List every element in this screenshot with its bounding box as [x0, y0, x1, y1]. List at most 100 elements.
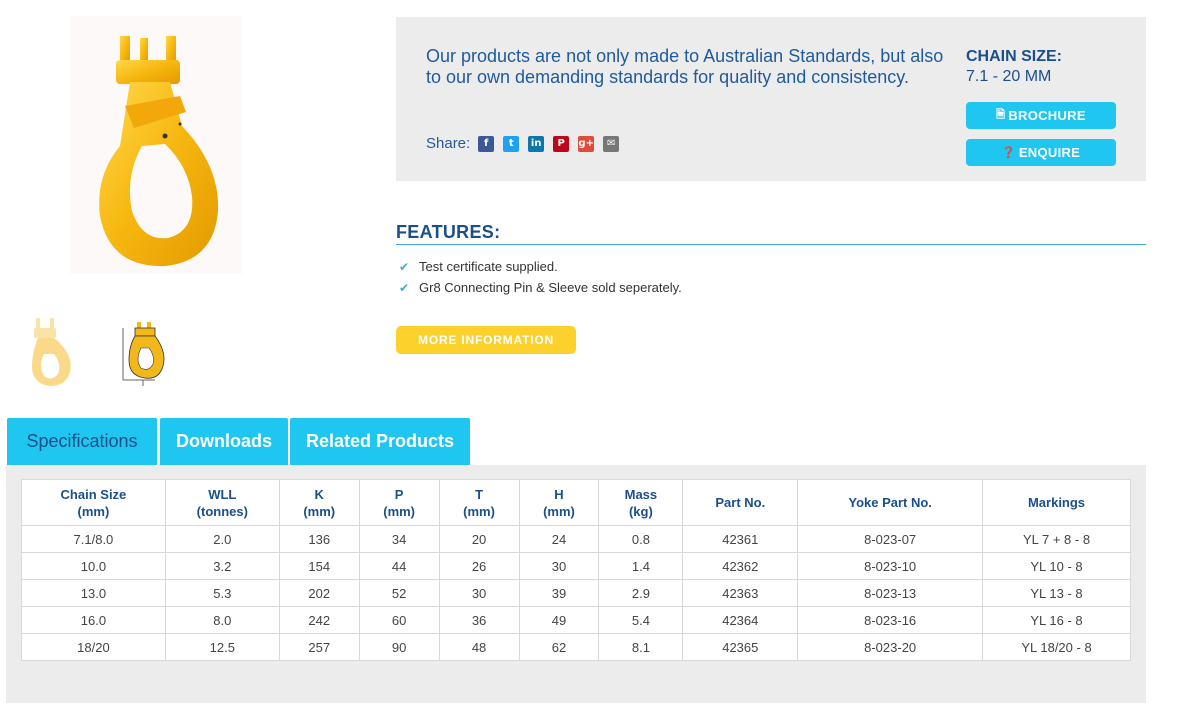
column-header: Chain Size (mm) — [21, 479, 166, 526]
check-icon: ✔ — [399, 259, 410, 274]
pdf-file-icon: 🗎 — [996, 109, 1006, 121]
column-header: Markings — [982, 479, 1131, 526]
table-cell: 8-023-20 — [797, 633, 984, 661]
feature-text: Gr8 Connecting Pin & Sleeve sold seperat… — [419, 280, 682, 295]
table-cell: 52 — [358, 579, 440, 607]
check-icon: ✔ — [399, 280, 410, 295]
facebook-icon[interactable]: f — [478, 135, 495, 152]
question-circle-icon: ❓ — [1001, 147, 1016, 159]
table-cell: 42363 — [682, 579, 799, 607]
table-row: 18/20 12.5 257 90 48 62 8.1 42365 8-023-20 YL 18/… — [21, 633, 1131, 661]
table-cell: 18/20 — [21, 633, 166, 661]
hook-illustration — [70, 16, 242, 274]
table-cell: 10.0 — [21, 552, 166, 580]
column-header: T (mm) — [438, 479, 520, 526]
table-cell: 3.2 — [164, 552, 280, 580]
table-cell: 42364 — [682, 606, 799, 634]
column-header: WLL (tonnes) — [164, 479, 280, 526]
table-cell: 13.0 — [21, 579, 166, 607]
table-cell: 257 — [278, 633, 360, 661]
table-cell: 12.5 — [164, 633, 280, 661]
table-cell: YL 16 - 8 — [982, 606, 1131, 634]
table-cell: 5.3 — [164, 579, 280, 607]
specifications-table: Chain Size (mm) WLL (tonnes) K (mm) P (mm) T… — [21, 479, 1131, 661]
table-cell: 90 — [358, 633, 440, 661]
features-title: FEATURES: — [396, 222, 1146, 245]
table-cell: 8-023-13 — [797, 579, 984, 607]
table-cell: 8-023-16 — [797, 606, 984, 634]
table-cell: 5.4 — [598, 606, 684, 634]
table-cell: 34 — [358, 525, 440, 553]
table-cell: 7.1/8.0 — [21, 525, 166, 553]
enquire-button-label: ENQUIRE — [1018, 145, 1081, 160]
brochure-button-label: BROCHURE — [1008, 108, 1086, 123]
tab-related-products[interactable]: Related Products — [290, 418, 470, 465]
table-cell: YL 7 + 8 - 8 — [982, 525, 1131, 553]
googleplus-icon[interactable]: g+ — [578, 135, 595, 152]
table-cell: YL 13 - 8 — [982, 579, 1131, 607]
table-cell: 136 — [278, 525, 360, 553]
email-icon[interactable]: ✉ — [603, 135, 620, 152]
specifications-panel: Chain Size (mm) WLL (tonnes) K (mm) P (mm) T… — [6, 465, 1146, 703]
thumbnail-diagram[interactable] — [115, 314, 175, 388]
table-cell: 60 — [358, 606, 440, 634]
table-cell: 62 — [518, 633, 600, 661]
table-cell: 1.4 — [598, 552, 684, 580]
tab-downloads[interactable]: Downloads — [160, 418, 288, 465]
column-header: K (mm) — [278, 479, 360, 526]
table-row: 16.0 8.0 242 60 36 49 5.4 42364 8-023-16 YL 16 - … — [21, 606, 1131, 634]
table-cell: YL 10 - 8 — [982, 552, 1131, 580]
table-cell: 2.9 — [598, 579, 684, 607]
column-header: H (mm) — [518, 479, 600, 526]
product-image[interactable] — [70, 16, 242, 274]
table-body: 7.1/8.0 2.0 136 34 20 24 0.8 42361 8-023-07 YL 7 … — [21, 525, 1131, 661]
column-header: P (mm) — [358, 479, 440, 526]
more-information-button[interactable]: MORE INFORMATION — [396, 326, 576, 354]
table-row: 7.1/8.0 2.0 136 34 20 24 0.8 42361 8-023-07 YL 7 … — [21, 525, 1131, 553]
features-list: ✔ Test certificate supplied. ✔ Gr8 Conne… — [396, 256, 1146, 298]
table-cell: 39 — [518, 579, 600, 607]
features-section: FEATURES: ✔ Test certificate supplied. ✔… — [396, 222, 1146, 298]
table-cell: 42361 — [682, 525, 799, 553]
table-cell: 16.0 — [21, 606, 166, 634]
product-description: Our products are not only made to Austra… — [426, 46, 944, 87]
table-header-row: Chain Size (mm) WLL (tonnes) K (mm) P (mm) T… — [21, 479, 1131, 526]
product-page: Our products are not only made to Austra… — [0, 0, 1177, 728]
column-header: Part No. — [682, 479, 799, 526]
table-cell: 20 — [438, 525, 520, 553]
table-cell: 42365 — [682, 633, 799, 661]
chain-size-block: CHAIN SIZE: 7.1 - 20 MM — [966, 48, 1062, 86]
table-cell: 42362 — [682, 552, 799, 580]
table-cell: 8-023-07 — [797, 525, 984, 553]
product-summary-box: Our products are not only made to Austra… — [396, 17, 1146, 181]
enquire-button[interactable]: ❓ ENQUIRE — [966, 139, 1116, 166]
linkedin-icon[interactable]: in — [528, 135, 545, 152]
twitter-icon[interactable]: t — [503, 135, 520, 152]
table-cell: 0.8 — [598, 525, 684, 553]
table-row: 10.0 3.2 154 44 26 30 1.4 42362 8-023-10 YL 10 - … — [21, 552, 1131, 580]
column-header: Mass (kg) — [598, 479, 684, 526]
feature-item: ✔ Gr8 Connecting Pin & Sleeve sold seper… — [396, 277, 1146, 298]
table-cell: 154 — [278, 552, 360, 580]
table-cell: 30 — [518, 552, 600, 580]
table-cell: 36 — [438, 606, 520, 634]
table-cell: 2.0 — [164, 525, 280, 553]
table-cell: 49 — [518, 606, 600, 634]
feature-text: Test certificate supplied. — [419, 259, 558, 274]
brochure-button[interactable]: 🗎 BROCHURE — [966, 102, 1116, 129]
chain-size-value: 7.1 - 20 MM — [966, 68, 1052, 85]
table-cell: 24 — [518, 525, 600, 553]
feature-item: ✔ Test certificate supplied. — [396, 256, 1146, 277]
column-header: Yoke Part No. — [797, 479, 984, 526]
share-bar: Share: f t in P g+ ✉ — [426, 135, 628, 152]
hook-thumbnail — [32, 318, 71, 386]
hook-diagram-thumbnail — [122, 322, 165, 386]
table-cell: 48 — [438, 633, 520, 661]
tab-specifications[interactable]: Specifications — [7, 418, 157, 465]
table-cell: 30 — [438, 579, 520, 607]
thumbnail-photo[interactable] — [22, 314, 82, 388]
pinterest-icon[interactable]: P — [553, 135, 570, 152]
table-row: 13.0 5.3 202 52 30 39 2.9 42363 8-023-13 YL 13 - … — [21, 579, 1131, 607]
table-cell: 8.0 — [164, 606, 280, 634]
table-cell: 242 — [278, 606, 360, 634]
